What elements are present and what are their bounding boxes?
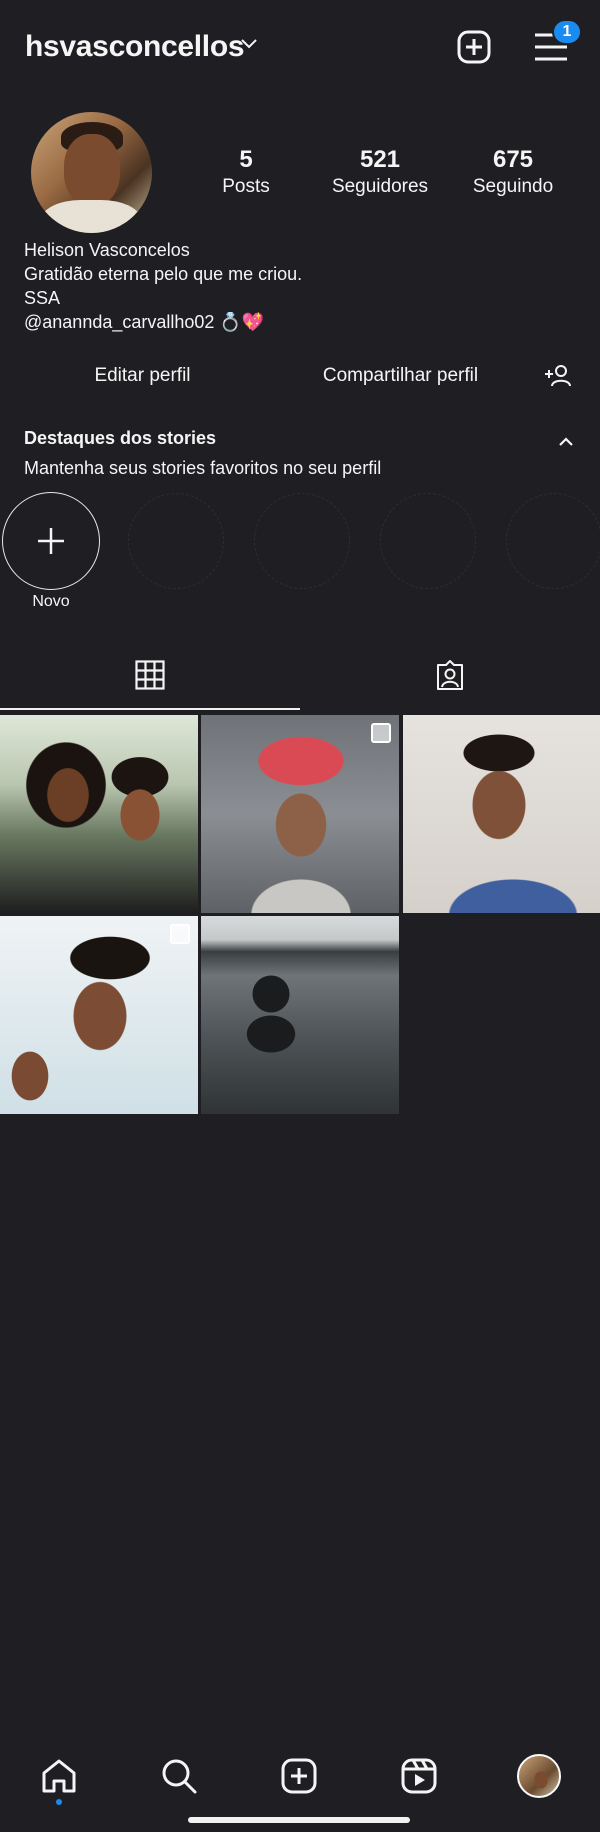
bio-line: Gratidão eterna pelo que me criou. bbox=[24, 264, 303, 284]
tab-posts-grid[interactable] bbox=[0, 640, 300, 710]
highlights-subtitle: Mantenha seus stories favoritos no seu p… bbox=[24, 458, 382, 478]
post-thumbnail[interactable] bbox=[403, 715, 600, 913]
create-icon bbox=[281, 1758, 317, 1794]
new-highlight-label: Novo bbox=[32, 593, 70, 610]
stat-followers-label: Seguidores bbox=[331, 176, 429, 197]
home-indicator bbox=[188, 1817, 410, 1823]
tagged-icon bbox=[437, 660, 463, 690]
stat-following-label: Seguindo bbox=[472, 176, 554, 197]
bio-name: Helison Vasconcelos bbox=[24, 240, 190, 260]
nav-home[interactable] bbox=[37, 1754, 81, 1798]
highlight-placeholder bbox=[380, 493, 476, 589]
tab-tagged[interactable] bbox=[300, 640, 600, 710]
highlight-placeholder bbox=[254, 493, 350, 589]
highlights-title: Destaques dos stories bbox=[24, 428, 217, 448]
nav-create[interactable] bbox=[277, 1754, 321, 1798]
stat-followers[interactable]: 521 Seguidores bbox=[320, 146, 440, 200]
new-post-icon[interactable] bbox=[457, 30, 491, 64]
nav-search[interactable] bbox=[157, 1754, 201, 1798]
share-profile-button[interactable]: Compartilhar perfil bbox=[278, 355, 523, 397]
highlight-placeholder bbox=[506, 493, 600, 589]
stat-following-value: 675 bbox=[492, 146, 534, 173]
new-highlight-button[interactable] bbox=[2, 492, 100, 590]
chevron-up-icon[interactable] bbox=[556, 432, 576, 452]
plus-icon bbox=[38, 528, 64, 554]
post-thumbnail[interactable] bbox=[201, 916, 399, 1114]
active-tab-indicator bbox=[0, 708, 300, 710]
notification-badge: 1 bbox=[552, 19, 582, 45]
stat-posts[interactable]: 5 Posts bbox=[186, 146, 306, 200]
multiple-photos-icon bbox=[170, 924, 190, 944]
nav-reels[interactable] bbox=[397, 1754, 441, 1798]
nav-profile[interactable] bbox=[517, 1754, 561, 1798]
profile-avatar-small bbox=[517, 1754, 561, 1798]
username[interactable]: hsvasconcellos bbox=[25, 30, 245, 64]
grid-icon bbox=[135, 660, 165, 690]
bio-mention[interactable]: @anannda_carvallho02 💍💖 bbox=[24, 310, 302, 334]
bio-line: SSA bbox=[24, 288, 61, 308]
stat-posts-value: 5 bbox=[239, 146, 253, 173]
profile-avatar[interactable] bbox=[31, 112, 152, 233]
highlight-placeholder bbox=[128, 493, 224, 589]
post-thumbnail[interactable] bbox=[0, 715, 198, 913]
stat-posts-label: Posts bbox=[222, 176, 270, 197]
chevron-down-icon[interactable] bbox=[240, 38, 258, 50]
post-thumbnail[interactable] bbox=[0, 916, 198, 1114]
post-thumbnail[interactable] bbox=[201, 715, 399, 913]
edit-profile-button[interactable]: Editar perfil bbox=[20, 355, 265, 397]
stat-followers-value: 521 bbox=[359, 146, 401, 173]
search-icon bbox=[162, 1759, 197, 1794]
stat-following[interactable]: 675 Seguindo bbox=[453, 146, 573, 200]
bio: Helison Vasconcelos Gratidão eterna pelo… bbox=[24, 238, 302, 334]
home-icon bbox=[42, 1759, 76, 1793]
multiple-photos-icon bbox=[371, 723, 391, 743]
add-person-icon bbox=[544, 365, 571, 387]
active-indicator-dot bbox=[56, 1799, 62, 1805]
discover-people-button[interactable] bbox=[535, 355, 580, 397]
reels-icon bbox=[401, 1758, 437, 1794]
